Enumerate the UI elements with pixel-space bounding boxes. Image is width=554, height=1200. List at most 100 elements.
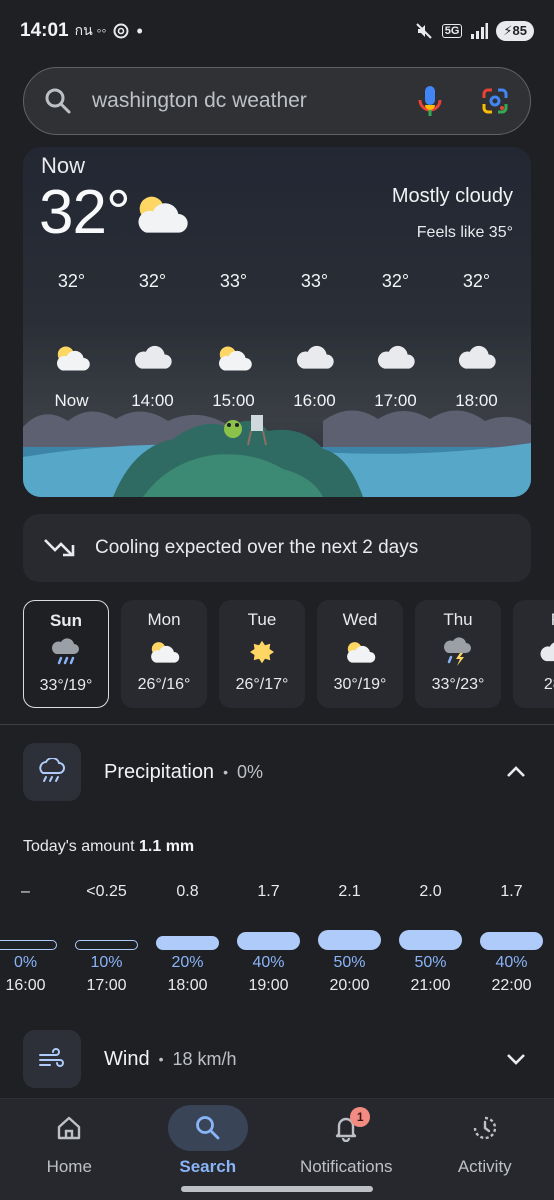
partly-cloudy-icon	[218, 346, 252, 371]
nav-search[interactable]: Search	[139, 1099, 278, 1200]
nav-home[interactable]: Home	[0, 1099, 139, 1200]
hourly-item: 32° 17:00	[355, 271, 436, 411]
microphone-icon[interactable]	[416, 84, 444, 118]
precip-time: 21:00	[410, 977, 451, 994]
precip-bar	[237, 932, 300, 950]
status-bar: 14:01 กน ◦◦ • 5G ⚡85	[0, 0, 554, 62]
wind-section-header[interactable]: Wind • 18 km/h	[23, 1030, 531, 1088]
gesture-home-indicator	[181, 1186, 373, 1192]
day-card-wed[interactable]: Wed 30°/19°	[317, 600, 403, 708]
signal-icon	[471, 23, 489, 39]
nav-activity[interactable]: Activity	[416, 1099, 554, 1200]
chevron-up-icon[interactable]	[505, 765, 527, 779]
partly-cloudy-icon	[151, 642, 180, 663]
nav-notifications[interactable]: 1 Notifications	[277, 1099, 416, 1200]
nav-home-label: Home	[46, 1157, 92, 1176]
nav-search-label: Search	[179, 1157, 237, 1176]
wind-value: 18 km/h	[172, 1048, 237, 1069]
precip-amount: 1.7	[500, 883, 523, 900]
hourly-temp: 32°	[462, 271, 491, 291]
precipitation-hourly-chart: – 0% 16:00 <0.25 10% 17:00 0.8 20% 18:00 1.7 40% 19…	[0, 878, 554, 998]
search-icon	[45, 88, 71, 114]
current-weather-card[interactable]: Now 32° Mostly cloudy Feels like 35° 32°…	[23, 147, 531, 497]
status-dot-icon: •	[136, 20, 143, 41]
todays-amount-label: Today's amount	[23, 838, 135, 855]
openai-icon	[113, 23, 129, 39]
hourly-temp: 32°	[138, 271, 167, 291]
cloudy-icon	[296, 345, 334, 369]
separator-dot: •	[223, 764, 228, 780]
precip-hour-column: <0.25 10% 17:00	[66, 878, 147, 998]
wind-icon	[39, 1048, 64, 1067]
notification-badge: 1	[350, 1107, 371, 1127]
day-name: Tue	[247, 610, 277, 629]
precipitation-section-header[interactable]: Precipitation • 0%	[23, 743, 531, 801]
rain-icon	[52, 638, 79, 665]
cloudy-icon	[377, 345, 415, 369]
precip-hour-column: – 0% 16:00	[0, 878, 66, 998]
todays-amount-value: 1.1 mm	[139, 838, 195, 855]
search-bar[interactable]: washington dc weather	[23, 67, 531, 135]
mute-icon	[415, 23, 432, 39]
precip-amount: 1.7	[257, 883, 280, 900]
cloudy-icon	[458, 345, 496, 369]
weather-scene-illustration	[23, 410, 531, 497]
hourly-temp: 32°	[381, 271, 410, 291]
precip-bar	[318, 930, 381, 950]
day-name: Sun	[49, 611, 83, 630]
day-card-fri[interactable]: F 28°	[513, 600, 554, 708]
cloudy-icon	[540, 641, 554, 662]
google-lens-icon[interactable]	[480, 86, 510, 116]
day-card-tue[interactable]: Tue 26°/17°	[219, 600, 305, 708]
cooling-trend-banner[interactable]: Cooling expected over the next 2 days	[23, 514, 531, 582]
chevron-down-icon[interactable]	[505, 1052, 527, 1066]
current-temperature: 32°	[39, 178, 131, 247]
day-temps: 28°	[543, 676, 554, 693]
precip-amount: 0.8	[176, 883, 199, 900]
status-notification-glyphs: กน ◦◦	[74, 22, 107, 38]
day-temps: 26°/16°	[137, 676, 191, 693]
precip-time: 18:00	[167, 977, 208, 994]
day-card-thu[interactable]: Thu 33°/23°	[415, 600, 501, 708]
status-time: 14:01	[20, 20, 69, 41]
hourly-item: 32° 14:00	[112, 271, 193, 411]
precip-chance: 10%	[90, 954, 123, 971]
rain-cloud-icon	[39, 758, 65, 782]
precip-bar	[156, 936, 219, 950]
bottom-navigation: Home Search 1 Notifications Activity	[0, 1098, 554, 1200]
hourly-item: 33° 15:00	[193, 271, 274, 411]
hourly-temp: 33°	[300, 271, 329, 291]
precip-amount: <0.25	[86, 883, 127, 900]
precip-time: 19:00	[248, 977, 289, 994]
precip-chance: 0%	[13, 954, 38, 971]
hourly-item: 32° 18:00	[436, 271, 517, 411]
day-name: Thu	[443, 610, 473, 629]
day-temps: 33°/19°	[39, 677, 93, 694]
day-card-mon[interactable]: Mon 26°/16°	[121, 600, 207, 708]
network-type: 5G	[441, 24, 463, 38]
precip-amount: 2.0	[419, 883, 442, 900]
cloudy-icon	[134, 345, 172, 369]
precip-time: 17:00	[86, 977, 127, 994]
precip-time: 20:00	[329, 977, 370, 994]
precip-bar	[399, 930, 462, 950]
separator-dot: •	[158, 1051, 164, 1067]
precipitation-value: 0%	[236, 761, 263, 782]
day-temps: 30°/19°	[333, 676, 387, 693]
hourly-forecast: 32° Now 32° 14:00 33° 15:00 33° 16:00 32…	[31, 271, 523, 411]
condition-text: Mostly cloudy	[391, 185, 513, 207]
trending-down-icon	[44, 539, 75, 557]
day-card-sun[interactable]: Sun 33°/19°	[23, 600, 109, 708]
precip-chance: 50%	[414, 954, 447, 971]
hourly-temp: 33°	[219, 271, 248, 291]
search-input[interactable]: washington dc weather	[92, 89, 416, 113]
activity-icon	[473, 1116, 496, 1140]
nav-notifications-label: Notifications	[299, 1157, 393, 1176]
precipitation-icon-tile	[23, 743, 81, 801]
partly-cloudy-icon	[347, 642, 376, 663]
precip-bar	[480, 932, 543, 950]
precip-amount: 2.1	[338, 883, 361, 900]
precip-chance: 50%	[333, 954, 366, 971]
now-label: Now	[41, 153, 86, 178]
precipitation-title: Precipitation	[104, 760, 215, 783]
